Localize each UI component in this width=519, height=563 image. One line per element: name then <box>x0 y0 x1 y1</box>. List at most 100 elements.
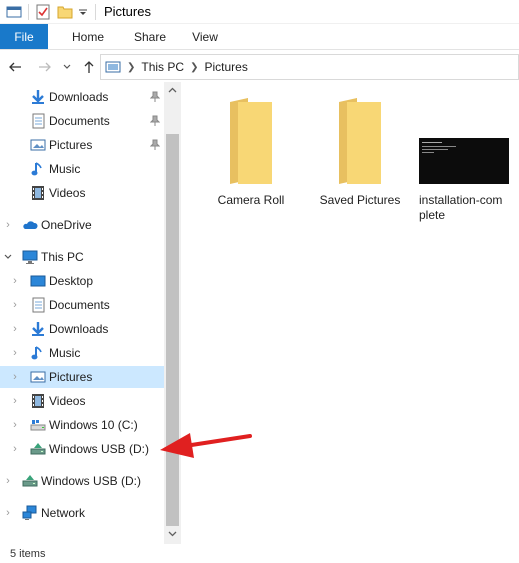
nav-item-music-quick[interactable]: Music <box>0 158 164 180</box>
scroll-up-icon[interactable] <box>164 84 181 101</box>
nav-scrollbar[interactable] <box>164 82 181 544</box>
nav-item-videos-quick[interactable]: Videos <box>0 182 164 204</box>
collapse-chevron-icon[interactable] <box>3 252 13 262</box>
file-list: Camera Roll Saved Pictures installation-… <box>182 82 519 544</box>
nav-label: Pictures <box>49 370 93 384</box>
expand-chevron-icon[interactable]: › <box>10 444 20 455</box>
pictures-icon <box>30 369 46 385</box>
folder-icon <box>230 98 272 184</box>
nav-label: Videos <box>49 394 86 408</box>
image-thumbnail <box>419 138 509 184</box>
scrollbar-thumb[interactable] <box>166 134 179 526</box>
download-arrow-icon <box>30 89 46 105</box>
toolbar-separator <box>28 3 29 20</box>
nav-label: Music <box>49 162 81 176</box>
usb-drive-icon <box>30 441 46 457</box>
nav-item-network[interactable]: › Network <box>0 502 164 524</box>
file-item-saved-pictures[interactable]: Saved Pictures <box>310 98 410 208</box>
nav-item-videos[interactable]: › Videos <box>0 390 164 412</box>
pin-icon <box>149 91 161 103</box>
ribbon-tabs: File Home Share View <box>0 24 519 50</box>
nav-item-desktop[interactable]: › Desktop <box>0 270 164 292</box>
properties-icon[interactable] <box>35 4 51 20</box>
recent-locations-button[interactable] <box>60 56 74 78</box>
title-bar: Pictures <box>0 0 519 24</box>
nav-label: Desktop <box>49 274 94 288</box>
nav-label: Network <box>41 506 86 520</box>
nav-item-pictures[interactable]: › Pictures <box>0 366 164 388</box>
scroll-down-icon[interactable] <box>164 527 181 544</box>
tab-home[interactable]: Home <box>56 24 120 49</box>
quick-access-toolbar <box>0 0 102 24</box>
back-arrow-icon <box>9 62 21 72</box>
tab-view[interactable]: View <box>180 24 230 49</box>
film-icon <box>30 185 46 201</box>
music-note-icon <box>30 345 46 361</box>
expand-chevron-icon[interactable]: › <box>10 324 20 335</box>
file-label: Saved Pictures <box>319 193 401 207</box>
expand-chevron-icon[interactable]: › <box>10 348 20 359</box>
drive-icon <box>30 417 46 433</box>
nav-label: Windows USB (D:) <box>41 474 142 488</box>
tab-file[interactable]: File <box>0 24 48 49</box>
forward-arrow-icon <box>39 62 51 72</box>
expand-chevron-icon[interactable]: › <box>3 476 13 487</box>
usb-drive-icon <box>22 473 38 489</box>
customize-toolbar-icon[interactable] <box>77 4 89 20</box>
pin-icon <box>149 139 161 151</box>
nav-label: Documents <box>49 114 110 128</box>
chevron-down-icon <box>63 64 71 69</box>
nav-item-windows-usb-d[interactable]: › Windows USB (D:) <box>0 438 164 460</box>
breadcrumb-chevron-icon: ❯ <box>190 61 199 73</box>
expand-chevron-icon[interactable]: › <box>3 508 13 519</box>
expand-chevron-icon[interactable]: › <box>3 220 13 231</box>
expand-chevron-icon[interactable]: › <box>10 372 20 383</box>
status-bar: 5 items <box>0 544 519 563</box>
pictures-location-icon <box>105 61 121 73</box>
nav-label: Music <box>49 346 81 360</box>
nav-item-downloads-quick[interactable]: Downloads <box>0 86 164 108</box>
nav-label: Windows USB (D:) <box>49 442 150 456</box>
download-arrow-icon <box>30 321 46 337</box>
nav-label: Videos <box>49 186 86 200</box>
address-row: ❯ This PC ❯ Pictures <box>0 54 519 80</box>
pin-icon <box>149 115 161 127</box>
nav-label: Downloads <box>49 90 109 104</box>
expand-chevron-icon[interactable]: › <box>10 396 20 407</box>
back-button[interactable] <box>4 56 26 78</box>
file-label: Camera Roll <box>217 193 285 207</box>
documents-icon <box>30 297 46 313</box>
documents-icon <box>30 113 46 129</box>
expand-chevron-icon[interactable]: › <box>10 420 20 431</box>
up-button[interactable] <box>78 56 100 78</box>
nav-item-windows-10-c[interactable]: › Windows 10 (C:) <box>0 414 164 436</box>
nav-item-this-pc[interactable]: This PC <box>0 246 164 268</box>
film-icon <box>30 393 46 409</box>
nav-item-documents[interactable]: › Documents <box>0 294 164 316</box>
breadcrumb-chevron-icon: ❯ <box>127 61 136 73</box>
breadcrumb-this-pc[interactable]: This PC <box>141 60 184 74</box>
file-item-camera-roll[interactable]: Camera Roll <box>201 98 301 208</box>
nav-item-downloads[interactable]: › Downloads <box>0 318 164 340</box>
file-item-installation-complete[interactable]: installation-com plete <box>419 138 515 223</box>
desktop-icon <box>30 273 46 289</box>
nav-item-onedrive[interactable]: › OneDrive <box>0 214 164 236</box>
window-title: Pictures <box>104 4 151 19</box>
breadcrumb-pictures[interactable]: Pictures <box>204 60 247 74</box>
pictures-icon <box>30 137 46 153</box>
nav-label: Documents <box>49 298 110 312</box>
address-bar[interactable]: ❯ This PC ❯ Pictures <box>100 54 519 80</box>
expand-chevron-icon[interactable]: › <box>10 276 20 287</box>
expand-chevron-icon[interactable]: › <box>10 300 20 311</box>
file-label: installation-com plete <box>419 193 503 222</box>
item-count: 5 items <box>10 547 46 560</box>
nav-item-music[interactable]: › Music <box>0 342 164 364</box>
nav-item-pictures-quick[interactable]: Pictures <box>0 134 164 156</box>
forward-button[interactable] <box>34 56 56 78</box>
navigation-pane: Downloads Documents Pictures Music Video… <box>0 82 180 544</box>
nav-item-documents-quick[interactable]: Documents <box>0 110 164 132</box>
new-folder-icon[interactable] <box>57 4 73 20</box>
nav-item-windows-usb-root[interactable]: › Windows USB (D:) <box>0 470 164 492</box>
tab-share[interactable]: Share <box>120 24 180 49</box>
computer-icon <box>22 249 38 265</box>
